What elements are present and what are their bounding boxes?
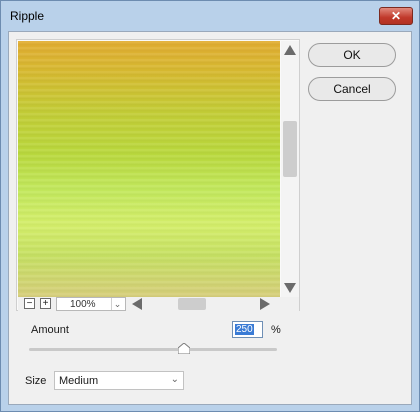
size-select[interactable]: Medium ⌄ bbox=[54, 371, 184, 390]
scroll-left-icon[interactable] bbox=[132, 298, 142, 310]
zoom-out-button[interactable]: − bbox=[24, 298, 35, 309]
zoom-level-value: 100% bbox=[70, 299, 96, 310]
preview-image[interactable] bbox=[18, 41, 280, 297]
chevron-down-icon: ⌄ bbox=[170, 374, 179, 385]
vertical-scrollbar[interactable] bbox=[281, 41, 299, 297]
minus-icon: − bbox=[26, 298, 33, 309]
ok-button[interactable]: OK bbox=[308, 43, 396, 67]
horizontal-scroll-thumb[interactable] bbox=[178, 298, 206, 310]
zoom-in-button[interactable]: + bbox=[40, 298, 51, 309]
size-selected-value: Medium bbox=[59, 375, 99, 387]
close-button[interactable]: ✕ bbox=[379, 7, 413, 25]
amount-slider-thumb[interactable] bbox=[178, 343, 191, 354]
ripple-dialog: Ripple ✕ − + 100% ⌄ OK Cancel Amount 250… bbox=[0, 0, 420, 412]
close-icon: ✕ bbox=[390, 9, 402, 23]
preview-toolbar: − + 100% ⌄ bbox=[18, 297, 299, 311]
dialog-body: − + 100% ⌄ OK Cancel Amount 250 % Size M… bbox=[8, 31, 412, 405]
amount-unit: % bbox=[271, 324, 281, 336]
size-label: Size bbox=[25, 375, 47, 387]
chevron-down-icon: ⌄ bbox=[111, 298, 123, 310]
scroll-up-icon[interactable] bbox=[284, 45, 296, 55]
title-bar[interactable]: Ripple ✕ bbox=[1, 1, 419, 31]
plus-icon: + bbox=[42, 298, 49, 309]
zoom-level-select[interactable]: 100% ⌄ bbox=[56, 297, 126, 311]
amount-slider-track[interactable] bbox=[29, 348, 277, 351]
scroll-down-icon[interactable] bbox=[284, 283, 296, 293]
dialog-title: Ripple bbox=[10, 9, 45, 23]
preview-panel: − + 100% ⌄ bbox=[16, 39, 300, 311]
cancel-button[interactable]: Cancel bbox=[308, 77, 396, 101]
amount-value: 250 bbox=[235, 324, 254, 335]
vertical-scroll-thumb[interactable] bbox=[283, 121, 297, 177]
amount-input[interactable]: 250 bbox=[232, 321, 263, 338]
amount-label: Amount bbox=[31, 324, 69, 336]
scroll-right-icon[interactable] bbox=[260, 298, 270, 310]
